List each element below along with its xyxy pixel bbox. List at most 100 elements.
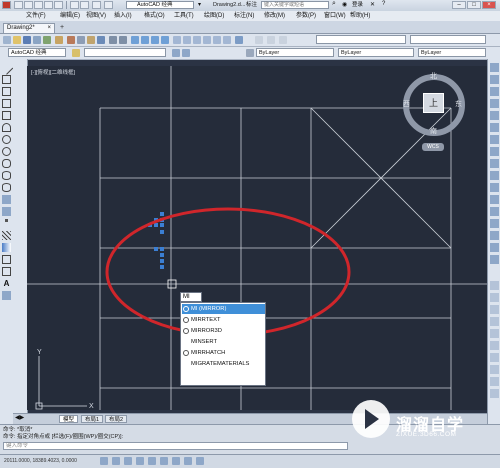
undo-toolbar-icon[interactable] — [109, 36, 117, 44]
cut-icon[interactable] — [67, 36, 75, 44]
search-icon[interactable]: ⌕ — [332, 0, 336, 8]
ducs-icon[interactable] — [172, 457, 180, 465]
autocomplete-item[interactable]: MIRRTEXT — [182, 315, 265, 325]
print-icon[interactable] — [54, 1, 63, 9]
close-tab-icon[interactable]: × — [47, 24, 51, 33]
viewport-controls[interactable]: [-][俯视][二维线框] — [31, 68, 75, 76]
midpoint-snap-icon[interactable] — [490, 305, 499, 314]
match-properties-icon[interactable] — [97, 36, 105, 44]
table-icon[interactable] — [2, 267, 11, 276]
redo-icon[interactable] — [80, 1, 89, 9]
polygon-icon[interactable] — [2, 99, 11, 108]
perpendicular-snap-icon[interactable] — [490, 365, 499, 374]
linetype-combo[interactable]: ByLayer — [338, 48, 414, 57]
save-icon[interactable] — [34, 1, 43, 9]
design-center-icon[interactable] — [183, 36, 191, 44]
extend-icon[interactable] — [490, 183, 499, 192]
calculator-icon[interactable] — [223, 36, 231, 44]
dim-style-icon[interactable] — [267, 36, 275, 44]
viewcube-west[interactable]: 西 — [403, 99, 410, 109]
autocomplete-item[interactable]: MIGRATEMATERIALS — [182, 359, 265, 369]
save-as-icon[interactable] — [44, 1, 53, 9]
viewcube-north[interactable]: 北 — [430, 71, 437, 81]
search-input[interactable]: 键入关键字或短语 — [261, 1, 329, 9]
paste-icon[interactable] — [87, 36, 95, 44]
tab-model[interactable]: 模型 — [59, 415, 79, 423]
login-link[interactable]: 登录 — [352, 1, 363, 9]
viewcube-south[interactable]: 南 — [430, 126, 437, 136]
tangent-snap-icon[interactable] — [490, 353, 499, 362]
new-file-icon[interactable] — [3, 36, 11, 44]
publish-icon[interactable] — [55, 36, 63, 44]
rotate-icon[interactable] — [490, 135, 499, 144]
tab-layout2[interactable]: 布局2 — [105, 415, 128, 423]
menu-parametric[interactable]: 参数(P) — [296, 12, 316, 20]
construction-line-icon[interactable] — [2, 75, 11, 84]
region-icon[interactable] — [2, 255, 11, 264]
tab-nav-icon[interactable]: ◀▶ — [15, 414, 24, 421]
menu-insert[interactable]: 插入(I) — [114, 12, 132, 20]
workspace-combo[interactable]: AutoCAD 经典 — [8, 48, 66, 57]
trim-icon[interactable] — [490, 171, 499, 180]
wcs-menu[interactable]: WCS — [422, 143, 444, 151]
dropdown-arrow-icon[interactable]: ▾ — [198, 1, 201, 8]
lineweight-combo[interactable]: ByLayer — [418, 48, 486, 57]
chamfer-icon[interactable] — [490, 231, 499, 240]
menu-modify[interactable]: 修改(M) — [264, 12, 285, 20]
point-icon[interactable] — [5, 219, 8, 222]
text-style-combo[interactable] — [316, 35, 406, 44]
break-icon[interactable] — [490, 207, 499, 216]
lineweight-icon[interactable] — [196, 457, 204, 465]
break-point-icon[interactable] — [490, 195, 499, 204]
color-combo[interactable]: ByLayer — [256, 48, 334, 57]
arc-icon[interactable] — [2, 123, 11, 132]
pan-icon[interactable] — [131, 36, 139, 44]
snap-mode-icon[interactable] — [100, 457, 108, 465]
zoom-previous-icon[interactable] — [161, 36, 169, 44]
scale-icon[interactable] — [490, 147, 499, 156]
fillet-icon[interactable] — [490, 243, 499, 252]
center-snap-icon[interactable] — [490, 329, 499, 338]
workspace-select[interactable]: AutoCAD 经典 — [126, 1, 194, 9]
markup-icon[interactable] — [213, 36, 221, 44]
document-tab[interactable]: Drawing2* × — [3, 23, 55, 33]
autocomplete-item[interactable]: MIRROR3D — [182, 326, 265, 336]
new-icon[interactable] — [14, 1, 23, 9]
add-selected-icon[interactable] — [2, 291, 11, 300]
zoom-realtime-icon[interactable] — [141, 36, 149, 44]
table-style-icon[interactable] — [279, 36, 287, 44]
intersection-snap-icon[interactable] — [490, 317, 499, 326]
workspace-icon[interactable] — [104, 1, 113, 9]
polyline-icon[interactable] — [2, 87, 11, 96]
make-current-icon[interactable] — [172, 49, 180, 57]
line-icon[interactable] — [0, 61, 14, 75]
polar-tracking-icon[interactable] — [136, 457, 144, 465]
copy-icon[interactable] — [77, 36, 85, 44]
snap-icon[interactable] — [490, 281, 499, 290]
new-tab-button[interactable]: + — [60, 24, 64, 32]
open-file-icon[interactable] — [13, 36, 21, 44]
explode-icon[interactable] — [490, 255, 499, 264]
minimize-button[interactable]: – — [452, 1, 466, 9]
properties-icon[interactable] — [173, 36, 181, 44]
menu-view[interactable]: 视图(V) — [86, 12, 106, 20]
print-file-icon[interactable] — [33, 36, 41, 44]
osnap-settings-icon[interactable] — [490, 389, 499, 398]
menu-help[interactable]: 帮助(H) — [350, 12, 370, 20]
text-style-icon[interactable] — [255, 36, 263, 44]
save-file-icon[interactable] — [23, 36, 31, 44]
sheet-set-icon[interactable] — [203, 36, 211, 44]
exchange-icon[interactable]: ✕ — [370, 1, 375, 8]
help-toolbar-icon[interactable] — [235, 36, 243, 44]
layer-previous-icon[interactable] — [182, 49, 190, 57]
tool-palettes-icon[interactable] — [193, 36, 201, 44]
app-menu-icon[interactable] — [2, 1, 11, 9]
autocomplete-item[interactable]: MI (MIRROR) — [182, 304, 265, 314]
layer-manager-icon[interactable] — [72, 49, 80, 57]
mirror-icon[interactable] — [490, 87, 499, 96]
revcloud-icon[interactable] — [2, 147, 11, 156]
endpoint-snap-icon[interactable] — [490, 293, 499, 302]
rectangle-icon[interactable] — [2, 111, 11, 120]
dim-style-combo[interactable] — [410, 35, 486, 44]
erase-icon[interactable] — [490, 63, 499, 72]
